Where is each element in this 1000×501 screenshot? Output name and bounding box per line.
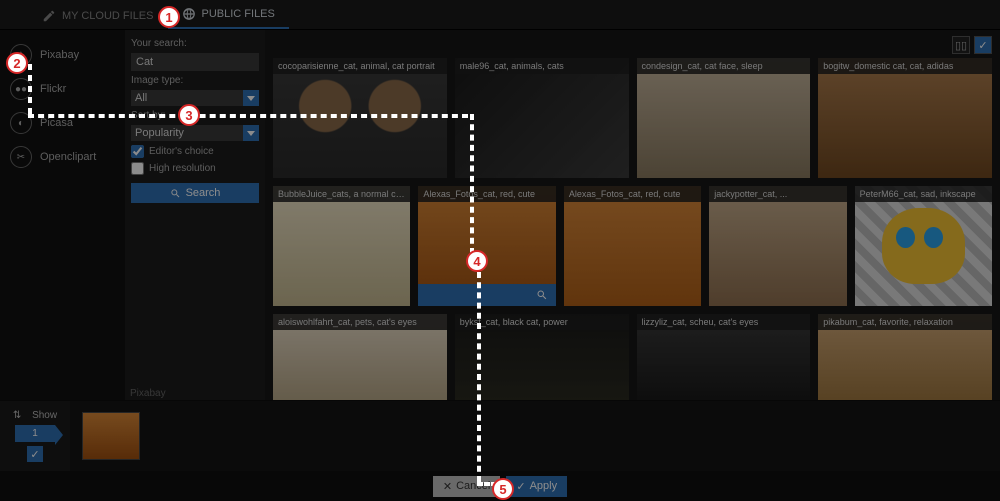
sort-by-select[interactable]: Popularity — [131, 125, 259, 141]
apply-button[interactable]: ✓ Apply — [506, 476, 567, 497]
tab-label: MY CLOUD FILES — [62, 10, 154, 22]
image-type-value: All — [131, 90, 259, 106]
grid-view-tools: ▯▯ ✓ — [952, 36, 992, 54]
source-label: Pixabay — [40, 49, 79, 61]
apply-label: Apply — [530, 480, 558, 492]
checkbox-label: Editor's choice — [149, 146, 214, 157]
annotation-marker-2: 2 — [6, 52, 28, 74]
close-icon: ✕ — [443, 480, 452, 493]
result-caption: aloiswohlfahrt_cat, pets, cat's eyes — [273, 314, 447, 330]
result-caption: bykst_cat, black cat, power — [455, 314, 629, 330]
result-caption: Alexas_Fotos_cat, red, cute — [418, 186, 555, 202]
result-image — [564, 186, 701, 306]
view-columns-icon[interactable]: ▯▯ — [952, 36, 970, 54]
result-card[interactable]: bogitw_domestic cat, cat, adidas — [818, 58, 992, 178]
sort-arrows-icon[interactable]: ⇅ — [13, 410, 21, 421]
image-type-label: Image type: — [131, 75, 259, 86]
checkbox-label: High resolution — [149, 163, 216, 174]
source-label: Flickr — [40, 83, 66, 95]
source-label: Openclipart — [40, 151, 96, 163]
result-card[interactable]: Alexas_Fotos_cat, red, cute — [418, 186, 555, 306]
result-image — [818, 58, 992, 178]
chevron-down-icon[interactable] — [243, 90, 259, 106]
sort-by-value: Popularity — [131, 125, 259, 141]
source-openclipart[interactable]: ✂ Openclipart — [0, 140, 125, 174]
search-input[interactable] — [131, 53, 259, 71]
selection-tray: ⇅ Show 1 ✓ — [0, 401, 1000, 471]
source-label: Picasa — [40, 117, 73, 129]
picasa-icon: ◐ — [10, 112, 32, 134]
source-list: ✦Pixabay ●●Flickr ◐Picasa ✂Openclipart — [0, 30, 125, 400]
result-caption: bogitw_domestic cat, cat, adidas — [818, 58, 992, 74]
result-card[interactable]: cocoparisienne_cat, animal, cat portrait — [273, 58, 447, 178]
result-card[interactable]: lizzyliz_cat, scheu, cat's eyes — [637, 314, 811, 400]
view-check-icon[interactable]: ✓ — [974, 36, 992, 54]
annotation-marker-3: 3 — [178, 104, 200, 126]
chevron-down-icon[interactable] — [243, 125, 259, 141]
high-resolution-checkbox[interactable]: High resolution — [131, 162, 259, 175]
result-card[interactable]: male96_cat, animals, cats — [455, 58, 629, 178]
search-button-label: Search — [186, 187, 221, 199]
result-caption: male96_cat, animals, cats — [455, 58, 629, 74]
result-caption: PeterM66_cat, sad, inkscape — [855, 186, 992, 202]
result-card[interactable]: PeterM66_cat, sad, inkscape — [855, 186, 992, 306]
cancel-label: Cancel — [456, 480, 490, 492]
flickr-icon: ●● — [10, 78, 32, 100]
tray-show-label[interactable]: Show — [32, 410, 57, 421]
result-caption: condesign_cat, cat face, sleep — [637, 58, 811, 74]
selection-bar[interactable] — [418, 284, 555, 306]
result-card[interactable]: bykst_cat, black cat, power — [455, 314, 629, 400]
result-caption: lizzyliz_cat, scheu, cat's eyes — [637, 314, 811, 330]
your-search-label: Your search: — [131, 38, 259, 49]
image-type-select[interactable]: All — [131, 90, 259, 106]
result-image — [709, 186, 846, 306]
tab-public-files[interactable]: PUBLIC FILES — [168, 1, 289, 29]
result-card[interactable]: pikabum_cat, favorite, relaxation — [818, 314, 992, 400]
search-icon — [170, 188, 181, 199]
tray-count[interactable]: 1 — [15, 425, 55, 442]
result-caption: BubbleJuice_cats, a normal cat, pet — [273, 186, 410, 202]
search-button[interactable]: Search — [131, 183, 259, 203]
checkbox-input[interactable] — [131, 145, 144, 158]
result-card[interactable]: condesign_cat, cat face, sleep — [637, 58, 811, 178]
result-card[interactable]: BubbleJuice_cats, a normal cat, pet — [273, 186, 410, 306]
annotation-marker-1: 1 — [158, 6, 180, 28]
globe-icon — [182, 7, 196, 21]
result-image — [273, 58, 447, 178]
search-icon — [536, 289, 548, 301]
annotation-marker-5: 5 — [492, 478, 514, 500]
search-panel: Your search: Image type: All Sort by: Po… — [125, 30, 265, 400]
result-image — [273, 186, 410, 306]
tab-my-cloud-files[interactable]: MY CLOUD FILES — [28, 3, 168, 29]
result-caption: cocoparisienne_cat, animal, cat portrait — [273, 58, 447, 74]
tray-thumbnail[interactable] — [82, 412, 140, 460]
result-caption: Alexas_Fotos_cat, red, cute — [564, 186, 701, 202]
result-card[interactable]: Alexas_Fotos_cat, red, cute — [564, 186, 701, 306]
annotation-marker-4: 4 — [466, 250, 488, 272]
editors-choice-checkbox[interactable]: Editor's choice — [131, 145, 259, 158]
result-caption: pikabum_cat, favorite, relaxation — [818, 314, 992, 330]
openclipart-icon: ✂ — [10, 146, 32, 168]
tray-check-icon[interactable]: ✓ — [27, 446, 43, 462]
top-tabs: MY CLOUD FILES PUBLIC FILES — [0, 0, 1000, 30]
result-card[interactable]: jackypotter_cat, ... — [709, 186, 846, 306]
source-picasa[interactable]: ◐ Picasa — [0, 106, 125, 140]
tray-controls: ⇅ Show 1 ✓ — [0, 401, 70, 471]
result-image — [855, 186, 992, 306]
pencil-icon — [42, 9, 56, 23]
check-icon: ✓ — [516, 480, 525, 493]
cancel-button[interactable]: ✕ Cancel — [433, 476, 500, 497]
result-card[interactable]: aloiswohlfahrt_cat, pets, cat's eyes — [273, 314, 447, 400]
result-image — [455, 58, 629, 178]
tab-label: PUBLIC FILES — [202, 8, 275, 20]
results-grid: ▯▯ ✓ cocoparisienne_cat, animal, cat por… — [265, 30, 1000, 400]
result-caption: jackypotter_cat, ... — [709, 186, 846, 202]
provider-label: Pixabay — [130, 388, 166, 399]
checkbox-input[interactable] — [131, 162, 144, 175]
main-body: ✦Pixabay ●●Flickr ◐Picasa ✂Openclipart Y… — [0, 30, 1000, 400]
source-flickr[interactable]: ●● Flickr — [0, 72, 125, 106]
result-image — [637, 58, 811, 178]
